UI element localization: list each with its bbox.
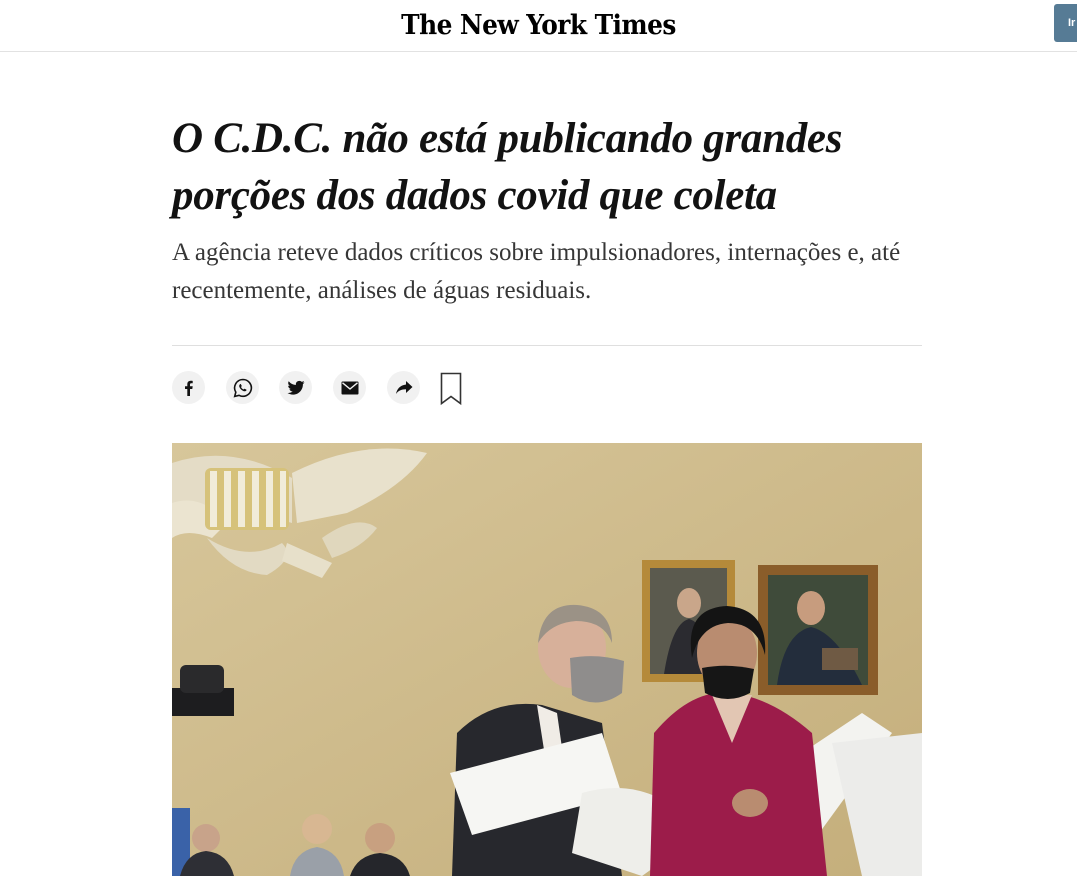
article-photo — [172, 443, 922, 876]
facebook-share-button[interactable] — [172, 371, 205, 404]
whatsapp-icon — [233, 378, 252, 398]
email-share-button[interactable] — [333, 371, 366, 404]
share-icon — [395, 380, 412, 394]
twitter-icon — [287, 380, 304, 395]
bookmark-icon — [440, 372, 462, 406]
top-bar: The New York Times Ir — [0, 0, 1077, 52]
top-right-button[interactable]: Ir — [1054, 4, 1077, 42]
nyt-logo[interactable]: The New York Times — [43, 6, 1034, 46]
portrait-frame-right — [758, 565, 878, 695]
more-share-button[interactable] — [387, 371, 420, 404]
whatsapp-share-button[interactable] — [226, 371, 259, 404]
hearing-photo-illustration — [172, 443, 922, 876]
email-icon — [341, 381, 358, 394]
article-summary: A agência reteve dados críticos sobre im… — [172, 239, 901, 304]
facebook-icon — [184, 380, 193, 396]
article-headline: O C.D.C. não está publicando grandes por… — [172, 115, 843, 219]
divider — [172, 345, 922, 346]
save-bookmark-button[interactable] — [440, 372, 462, 406]
twitter-share-button[interactable] — [279, 371, 312, 404]
